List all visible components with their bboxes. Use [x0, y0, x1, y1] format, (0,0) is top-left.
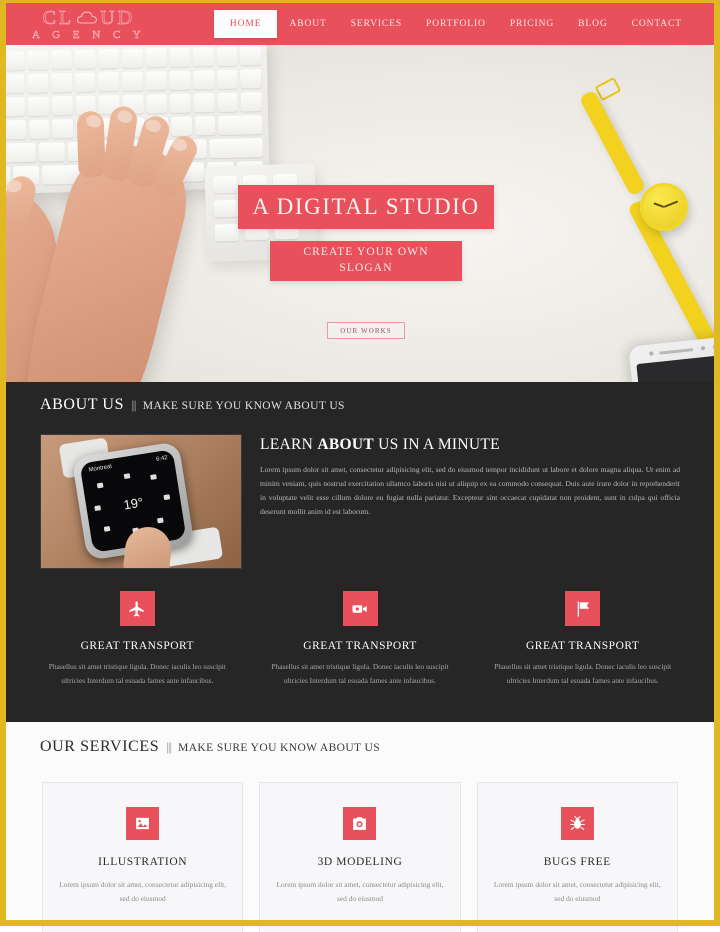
nav-item-home[interactable]: HOME: [213, 10, 278, 38]
feature-text: Phasellus sit amet tristique ligula. Don…: [271, 662, 449, 686]
service-card-text: Lorem ipsum dolor sit amet, consectetur …: [493, 880, 661, 904]
flag-icon: [565, 591, 601, 626]
service-card-illustration[interactable]: ILLUSTRATION Lorem ipsum dolor sit amet,…: [42, 782, 244, 932]
nav-item-pricing[interactable]: PRICING: [498, 12, 566, 36]
site-header: CL UD A G E N C Y HOME ABOUT SERVICES PO…: [0, 0, 720, 45]
features-row: GREAT TRANSPORT Phasellus sit amet trist…: [6, 569, 714, 689]
hero-subtitle-line2: SLOGAN: [339, 262, 393, 274]
service-card-bugs-free[interactable]: BUGS FREE Lorem ipsum dolor sit amet, co…: [476, 782, 678, 932]
bug-icon: [560, 807, 594, 840]
about-heading-subtitle: MAKE SURE YOU KNOW ABOUT US: [142, 400, 345, 412]
nav-item-services[interactable]: SERVICES: [339, 12, 414, 36]
phone-screen: [636, 354, 714, 382]
services-heading-title: OUR SERVICES: [40, 738, 160, 755]
feature-text: Phasellus sit amet tristique ligula. Don…: [48, 662, 226, 686]
services-heading-subtitle: MAKE SURE YOU KNOW ABOUT US: [178, 742, 381, 754]
about-paragraph: Lorem ipsum dolor sit amet, consectetur …: [260, 465, 680, 517]
about-title: LEARN ABOUT US IN A MINUTE: [260, 436, 680, 454]
service-card-title: ILLUSTRATION: [98, 856, 188, 868]
logo-wordmark-bottom: A G E N C Y: [32, 28, 146, 41]
about-text-block: LEARN ABOUT US IN A MINUTE Lorem ipsum d…: [260, 434, 680, 569]
about-title-bold: ABOUT: [317, 436, 374, 453]
cloud-icon: [77, 11, 98, 24]
hero-section: A DIGITAL STUDIO CREATE YOUR OWN SLOGAN …: [0, 45, 720, 382]
about-title-part2: US IN A MINUTE: [373, 436, 500, 453]
our-works-button[interactable]: OUR WORKS: [327, 322, 405, 339]
feature-title: GREAT TRANSPORT: [80, 640, 195, 652]
about-section-heading: ABOUT US ||| MAKE SURE YOU KNOW ABOUT US: [6, 396, 714, 414]
about-content-row: Montreal 6:42 19° LEARN ABOUT US IN A MI…: [6, 414, 714, 569]
image-picture-icon: [126, 807, 160, 840]
about-section: ABOUT US ||| MAKE SURE YOU KNOW ABOUT US…: [0, 382, 720, 722]
about-title-part1: LEARN: [260, 436, 318, 453]
airplane-icon: [119, 591, 155, 626]
service-card-title: BUGS FREE: [543, 856, 611, 868]
feature-item-transport-1[interactable]: GREAT TRANSPORT Phasellus sit amet trist…: [26, 591, 249, 689]
smartwatch-temperature: 19°: [122, 494, 145, 513]
about-image-smartwatch: Montreal 6:42 19°: [40, 434, 242, 569]
feature-title: GREAT TRANSPORT: [525, 640, 640, 652]
nav-item-blog[interactable]: BLOG: [566, 12, 619, 36]
smartwatch-statusbar: Montreal 6:42: [88, 455, 168, 473]
hero-title: A DIGITAL STUDIO: [238, 185, 494, 229]
page-bottom-border: [6, 920, 720, 926]
main-navigation: HOME ABOUT SERVICES PORTFOLIO PRICING BL…: [213, 10, 694, 38]
logo-text-after: UD: [100, 6, 136, 29]
camera-video-icon: [342, 591, 378, 626]
services-section-heading: OUR SERVICES ||| MAKE SURE YOU KNOW ABOU…: [6, 738, 714, 756]
service-card-text: Lorem ipsum dolor sit amet, consectetur …: [276, 880, 444, 904]
feature-title: GREAT TRANSPORT: [303, 640, 417, 652]
logo-wordmark-top: CL UD: [42, 6, 136, 29]
watch-face: [640, 183, 688, 231]
service-cards-row: ILLUSTRATION Lorem ipsum dolor sit amet,…: [6, 756, 714, 932]
smartwatch-city: Montreal: [88, 463, 113, 474]
hero-subtitle-line1: CREATE YOUR OWN: [303, 246, 429, 259]
logo-text-before: CL: [42, 6, 75, 29]
site-logo[interactable]: CL UD A G E N C Y: [32, 6, 146, 41]
heading-separator-bars: |||: [166, 739, 172, 754]
service-card-3d-modeling[interactable]: 3D MODELING Lorem ipsum dolor sit amet, …: [259, 782, 461, 932]
page-root: CL UD A G E N C Y HOME ABOUT SERVICES PO…: [0, 0, 720, 932]
feature-item-transport-2[interactable]: GREAT TRANSPORT Phasellus sit amet trist…: [249, 591, 472, 689]
service-card-title: 3D MODELING: [317, 856, 403, 868]
services-section: OUR SERVICES ||| MAKE SURE YOU KNOW ABOU…: [0, 722, 720, 932]
heading-separator-bars: |||: [131, 397, 137, 412]
feature-text: Phasellus sit amet tristique ligula. Don…: [494, 662, 672, 686]
nav-item-portfolio[interactable]: PORTFOLIO: [414, 12, 498, 36]
feature-item-transport-3[interactable]: GREAT TRANSPORT Phasellus sit amet trist…: [471, 591, 694, 689]
nav-item-contact[interactable]: CONTACT: [620, 12, 694, 36]
phone-speaker: [659, 348, 694, 355]
smartwatch-time: 6:42: [155, 455, 169, 463]
hero-subtitle: CREATE YOUR OWN SLOGAN: [270, 241, 462, 281]
service-card-text: Lorem ipsum dolor sit amet, consectetur …: [59, 880, 227, 904]
camera-icon: [343, 807, 377, 840]
nav-item-about[interactable]: ABOUT: [277, 12, 338, 36]
about-heading-title: ABOUT US: [40, 396, 125, 413]
